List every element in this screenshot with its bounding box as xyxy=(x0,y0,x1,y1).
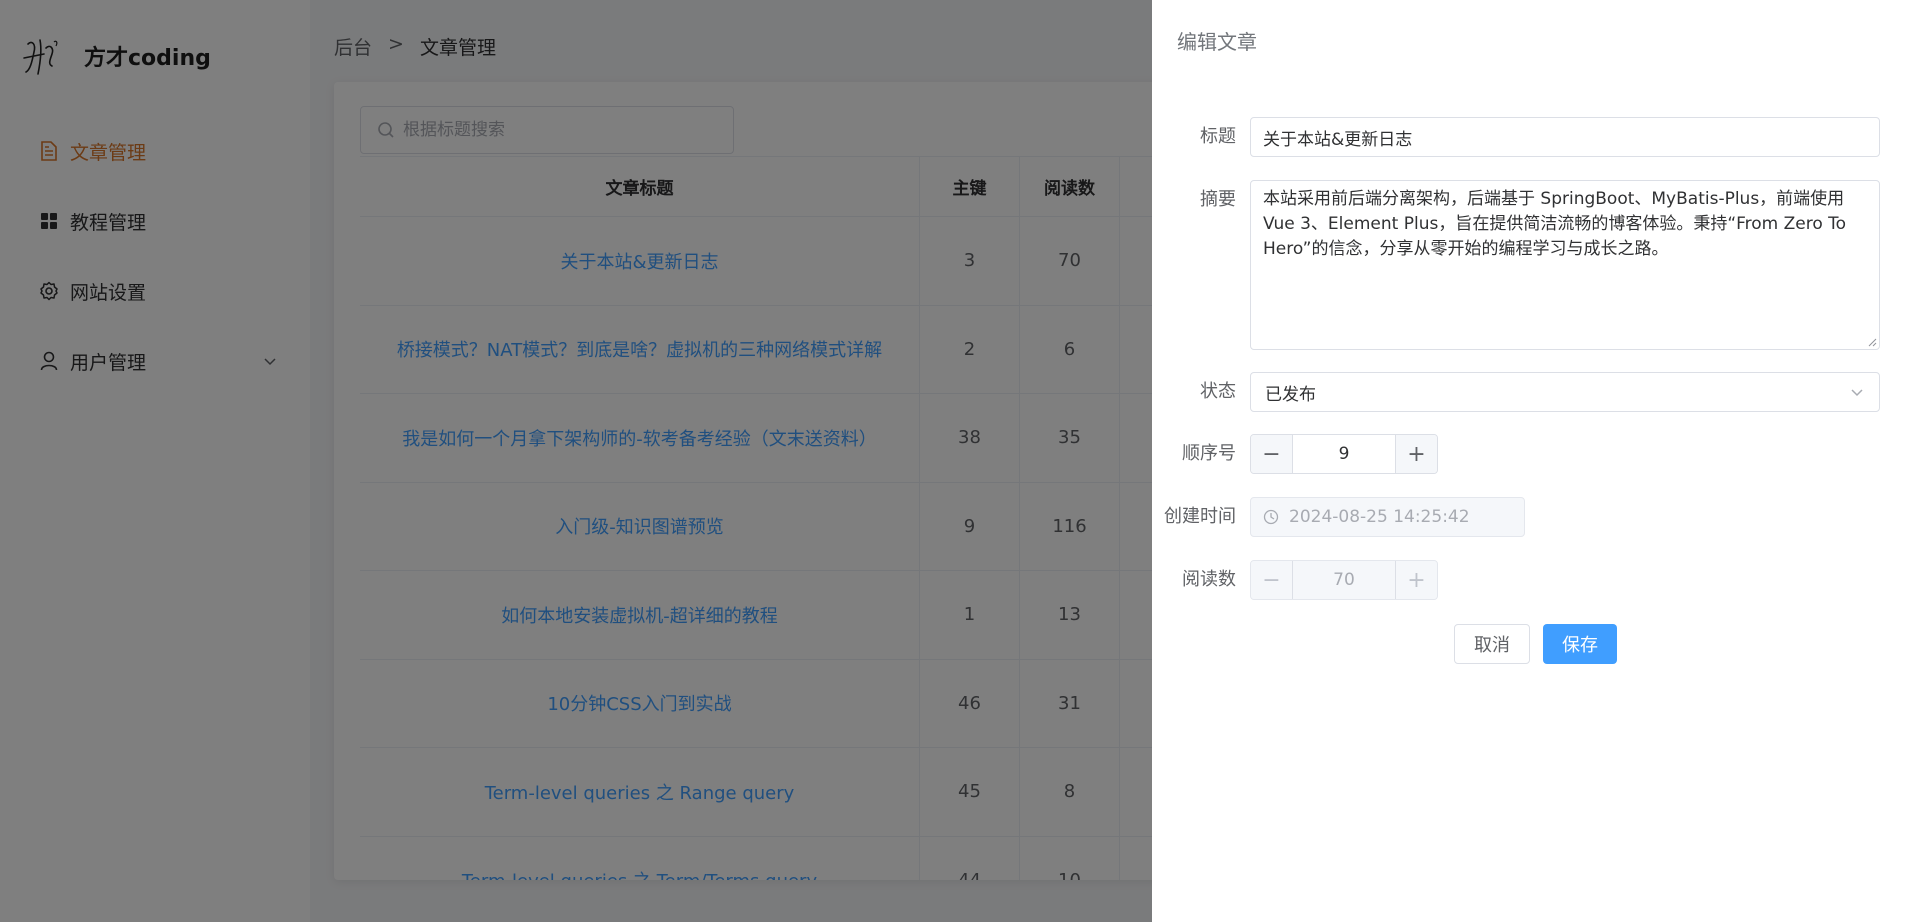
clock-icon xyxy=(1263,509,1279,525)
cancel-button[interactable]: 取消 xyxy=(1454,624,1530,664)
form-row-reads: 阅读数 − 70 + xyxy=(1152,560,1438,600)
form-row-order: 顺序号 − 9 + xyxy=(1152,434,1438,474)
title-input[interactable]: 关于本站&更新日志 xyxy=(1250,117,1880,157)
status-label: 状态 xyxy=(1200,381,1236,402)
resize-grip-icon[interactable] xyxy=(1867,337,1877,347)
save-button[interactable]: 保存 xyxy=(1543,624,1617,664)
created-time-input: 2024-08-25 14:25:42 xyxy=(1250,497,1525,537)
order-stepper: − 9 + xyxy=(1250,434,1438,474)
title-label: 标题 xyxy=(1200,126,1236,147)
summary-label: 摘要 xyxy=(1200,189,1236,210)
drawer-title: 编辑文章 xyxy=(1177,30,1257,54)
form-row-summary: 摘要 本站采用前后端分离架构，后端基于 SpringBoot、MyBatis-P… xyxy=(1152,180,1880,350)
reads-label: 阅读数 xyxy=(1182,569,1236,590)
summary-text: 本站采用前后端分离架构，后端基于 SpringBoot、MyBatis-Plus… xyxy=(1263,189,1847,259)
reads-input: 70 xyxy=(1333,570,1355,590)
form-row-title: 标题 关于本站&更新日志 xyxy=(1152,117,1880,157)
decrement-button[interactable]: − xyxy=(1251,435,1293,473)
chevron-down-icon xyxy=(1851,389,1863,397)
status-value: 已发布 xyxy=(1265,384,1316,405)
created-label: 创建时间 xyxy=(1164,506,1236,527)
order-input[interactable]: 9 xyxy=(1293,435,1395,473)
reads-stepper: − 70 + xyxy=(1250,560,1438,600)
increment-button: + xyxy=(1395,561,1437,599)
form-row-status: 状态 已发布 xyxy=(1152,372,1880,412)
decrement-button: − xyxy=(1251,561,1293,599)
increment-button[interactable]: + xyxy=(1395,435,1437,473)
created-time-value: 2024-08-25 14:25:42 xyxy=(1289,507,1470,527)
summary-textarea[interactable]: 本站采用前后端分离架构，后端基于 SpringBoot、MyBatis-Plus… xyxy=(1250,180,1880,350)
edit-article-drawer: 编辑文章 标题 关于本站&更新日志 摘要 本站采用前后端分离架构，后端基于 Sp… xyxy=(1152,0,1920,922)
order-label: 顺序号 xyxy=(1182,443,1236,464)
form-row-created: 创建时间 2024-08-25 14:25:42 xyxy=(1152,497,1525,537)
status-select[interactable]: 已发布 xyxy=(1250,372,1880,412)
